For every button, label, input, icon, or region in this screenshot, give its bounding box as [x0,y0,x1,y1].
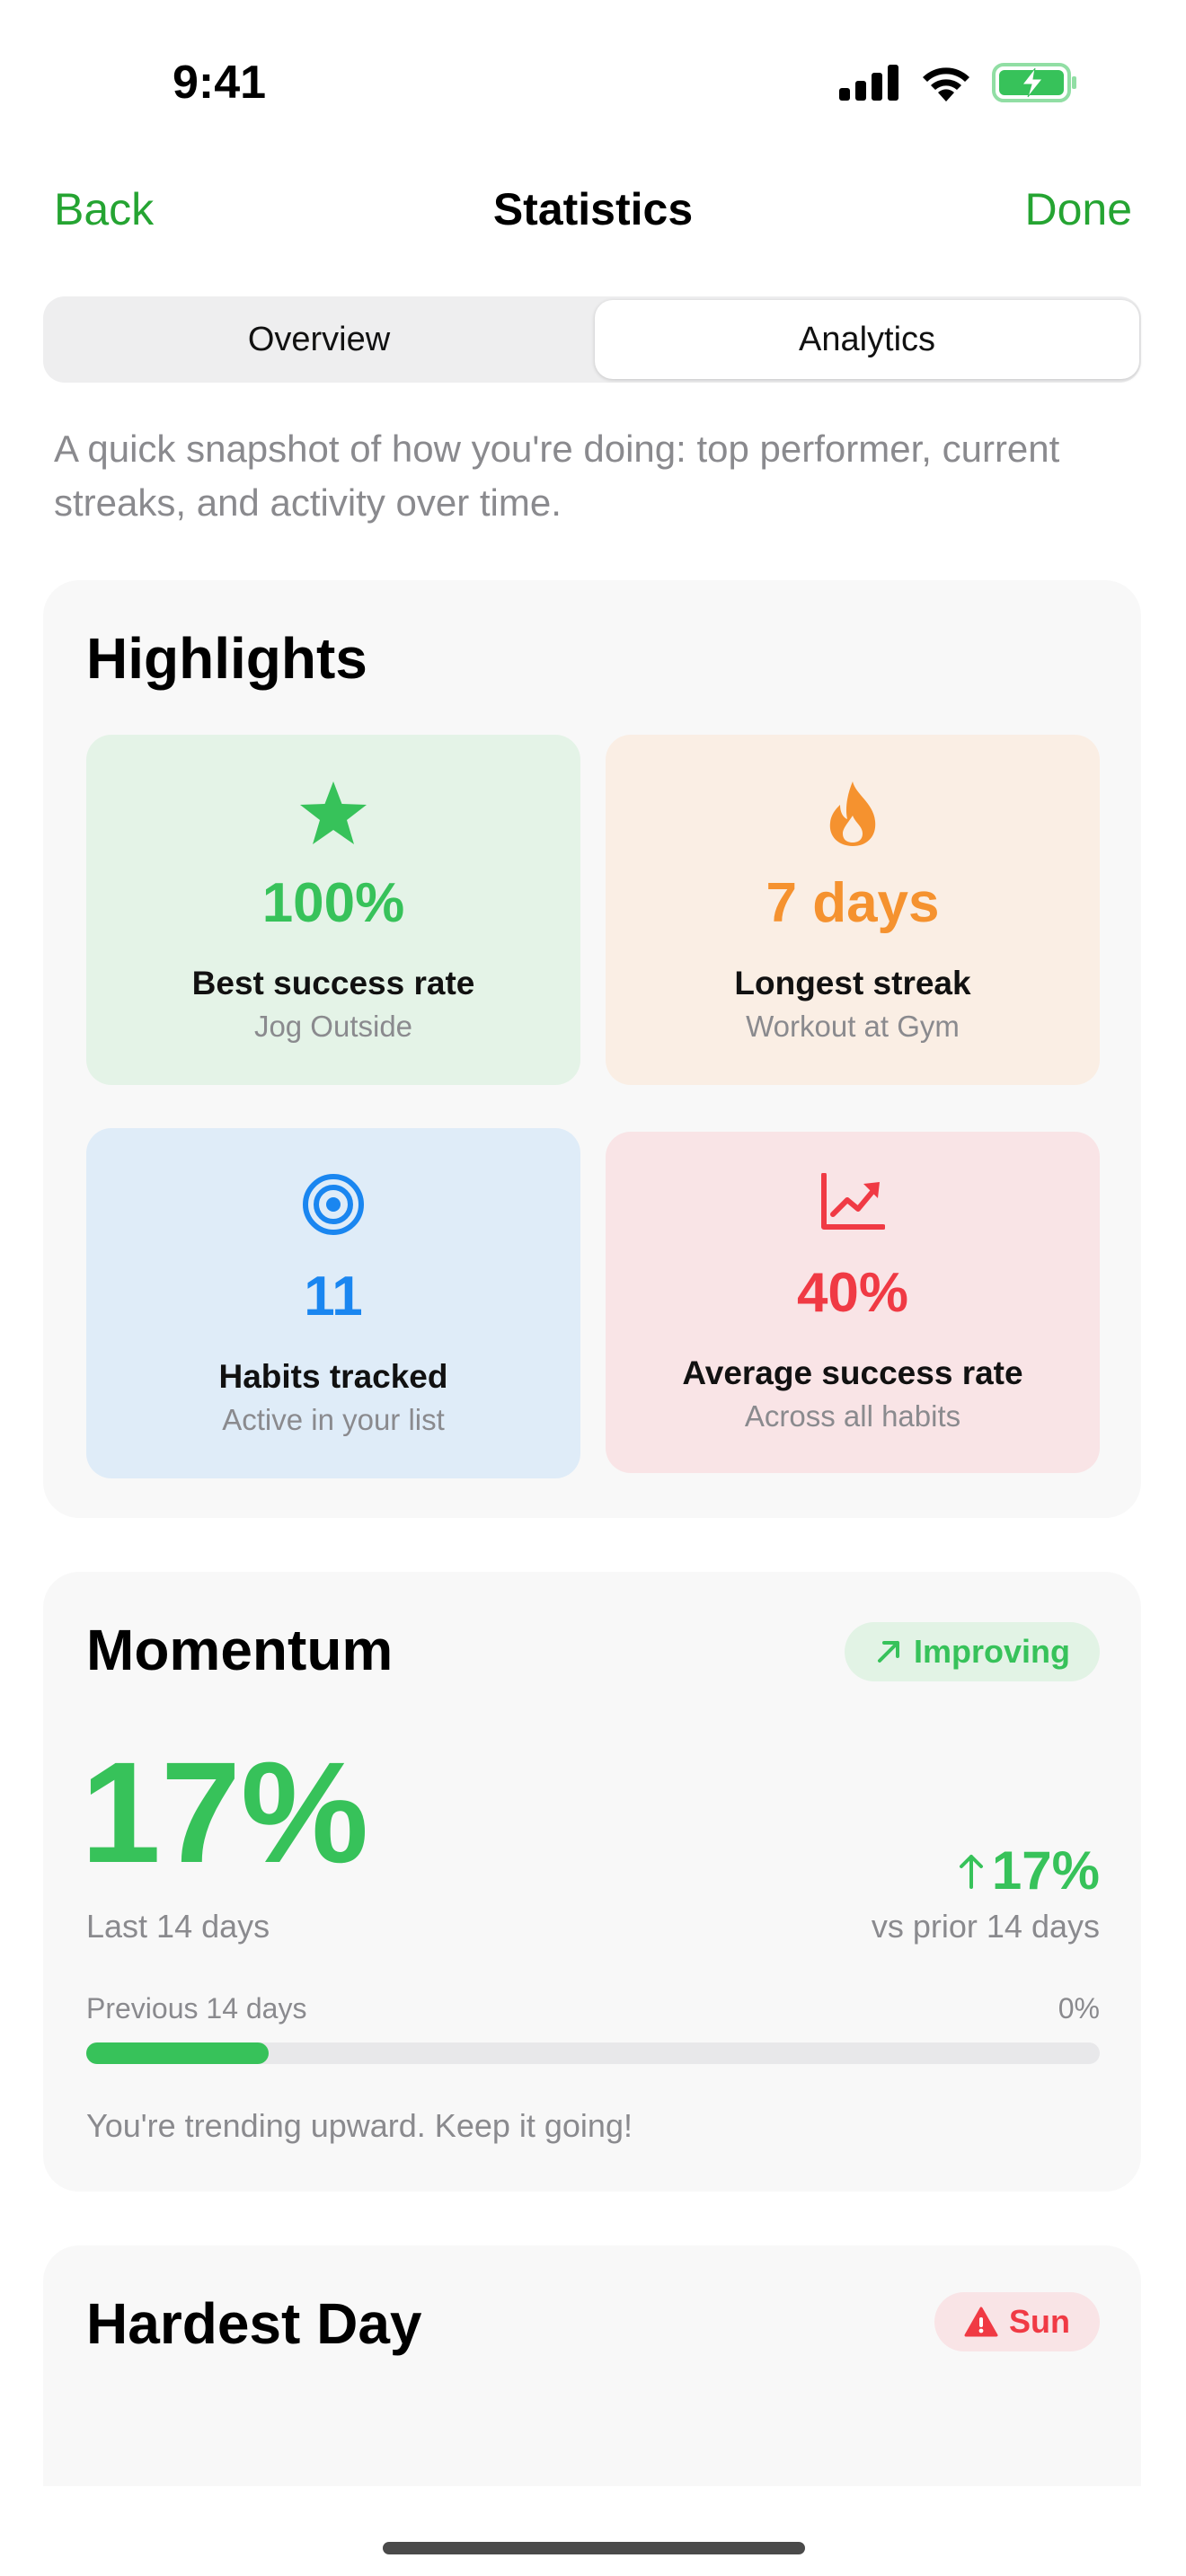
signal-icon [839,65,898,101]
momentum-delta-value: 17% [991,1840,1100,1901]
tile-subtitle: Workout at Gym [746,1010,960,1043]
intro-text: A quick snapshot of how you're doing: to… [54,428,1060,524]
tile-average-success-rate[interactable]: 40% Average success rate Across all habi… [606,1132,1100,1473]
status-icons [839,63,1078,102]
tile-value: 7 days [766,872,940,934]
tile-habits-tracked[interactable]: 11 Habits tracked Active in your list [86,1128,580,1478]
hardest-day-title: Hardest Day [86,2291,422,2356]
status-time: 9:41 [173,57,267,109]
flame-icon [829,781,876,846]
arrow-up-right-icon [877,1641,899,1663]
tile-value: 100% [261,872,405,934]
previous-label: Previous 14 days [86,1992,307,2025]
tab-analytics[interactable]: Analytics [595,300,1139,379]
tab-overview[interactable]: Overview [47,300,591,379]
previous-value: 0% [1058,1992,1100,2025]
tile-best-success-rate[interactable]: 100% Best success rate Jog Outside [86,735,580,1085]
home-indicator [383,2542,805,2554]
momentum-progress-fill [86,2042,270,2064]
tile-value: 11 [304,1266,363,1328]
wifi-icon [923,67,969,101]
highlights-card: Highlights 100% Best success rate Jog Ou… [43,580,1141,1518]
warning-icon [964,2307,998,2337]
tile-subtitle: Jog Outside [253,1010,413,1043]
segmented-control: Overview Analytics [43,296,1141,383]
momentum-value-caption: Last 14 days [86,1908,270,1945]
hardest-day-badge: Sun [934,2292,1100,2351]
target-icon [303,1174,364,1235]
done-button[interactable]: Done [1024,183,1132,235]
star-icon [300,781,367,844]
highlights-title: Highlights [86,626,367,691]
momentum-progress [86,2042,1100,2064]
tile-value: 40% [796,1262,909,1324]
battery-charging-icon [992,63,1076,102]
momentum-badge-label: Improving [913,1633,1070,1670]
tile-label: Longest streak [734,965,971,1001]
momentum-title: Momentum [86,1618,394,1682]
chart-trend-up-icon [821,1173,885,1230]
tile-label: Average success rate [682,1354,1023,1391]
tile-longest-streak[interactable]: 7 days Longest streak Workout at Gym [606,735,1100,1085]
page-title: Statistics [492,184,694,234]
tile-label: Best success rate [191,965,475,1001]
tile-subtitle: Active in your list [222,1403,445,1436]
momentum-value: 17% [81,1732,369,1892]
momentum-badge: Improving [845,1622,1100,1681]
arrow-up-icon [959,1854,983,1889]
momentum-delta: 17% [958,1839,1100,1901]
hardest-day-badge-label: Sun [1009,2303,1070,2340]
tile-subtitle: Across all habits [744,1399,961,1433]
momentum-delta-caption: vs prior 14 days [871,1908,1100,1945]
hardest-day-card [43,2245,1141,2486]
momentum-message: You're trending upward. Keep it going! [86,2107,633,2144]
tile-label: Habits tracked [218,1358,448,1395]
